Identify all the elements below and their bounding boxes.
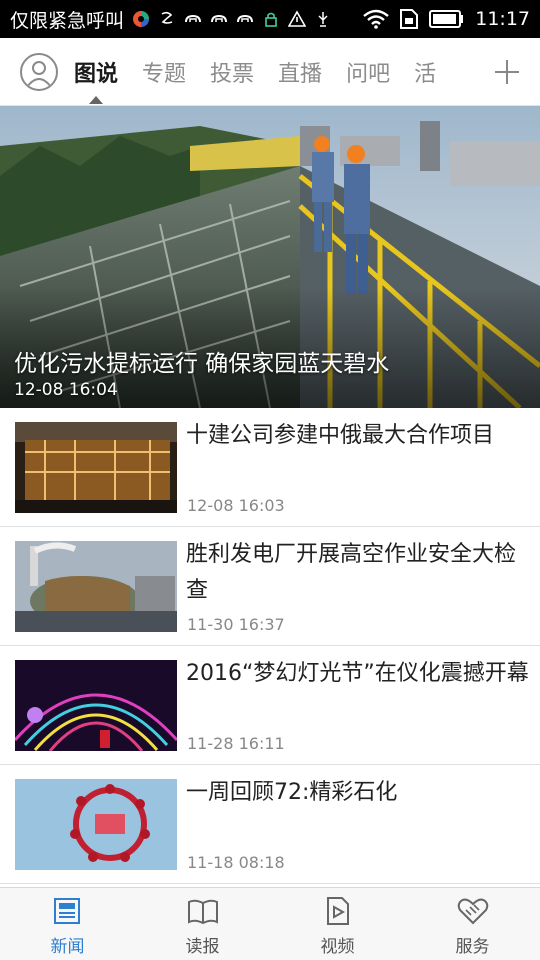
tab-zhuanti[interactable]: 专题 bbox=[142, 38, 186, 105]
nav-label: 视频 bbox=[320, 937, 355, 957]
news-title: 2016“梦幻灯光节”在仪化震撼开幕 bbox=[186, 661, 529, 686]
bottom-nav: 新闻 读报 视频 服务 bbox=[0, 887, 540, 960]
cloud-icon bbox=[185, 14, 202, 23]
news-time: 12-08 16:03 bbox=[187, 496, 285, 515]
tab-zhibo[interactable]: 直播 bbox=[278, 38, 322, 105]
news-time: 11-30 16:37 bbox=[187, 615, 285, 634]
news-thumbnail bbox=[15, 660, 177, 751]
tab-wenba[interactable]: 问吧 bbox=[346, 38, 390, 105]
news-time: 11-28 16:11 bbox=[187, 734, 285, 753]
book-icon bbox=[187, 899, 218, 925]
status-bar: 仅限紧急呼叫 11:17 bbox=[0, 0, 540, 38]
carrier-text: 仅限紧急呼叫 bbox=[10, 9, 125, 32]
nav-label: 新闻 bbox=[50, 937, 85, 957]
cloud-icon bbox=[237, 14, 254, 23]
hero-title: 优化污水提标运行 确保家园蓝天碧水 bbox=[14, 351, 390, 377]
news-title: 胜利发电厂开展高空作业安全大检查 bbox=[186, 542, 517, 603]
tab-toupiao[interactable]: 投票 bbox=[210, 38, 254, 105]
lock-icon bbox=[265, 12, 277, 27]
hero-banner[interactable]: 优化污水提标运行 确保家园蓝天碧水 12-08 16:04 bbox=[0, 106, 540, 408]
top-nav: 图说 专题 投票 直播 问吧 活 bbox=[0, 38, 540, 106]
news-list: 十建公司参建中俄最大合作项目 12-08 16:03 胜利发电厂开展高空作业安全… bbox=[0, 408, 540, 884]
news-thumbnail bbox=[15, 541, 177, 632]
news-time: 11-18 08:18 bbox=[187, 853, 285, 872]
nav-label: 读报 bbox=[185, 937, 220, 957]
wifi-icon bbox=[363, 9, 390, 29]
news-thumbnail bbox=[15, 422, 177, 513]
app-logo-icon bbox=[133, 11, 150, 27]
nav-video[interactable]: 视频 bbox=[270, 888, 405, 960]
news-title: 十建公司参建中俄最大合作项目 bbox=[186, 423, 495, 448]
cloud-icon bbox=[211, 14, 228, 23]
usb-icon bbox=[318, 12, 328, 27]
battery-icon bbox=[429, 10, 464, 28]
clock-text: 11:17 bbox=[475, 8, 530, 30]
hero-time: 12-08 16:04 bbox=[14, 380, 118, 400]
sim-icon bbox=[400, 9, 419, 29]
list-item[interactable]: 2016“梦幻灯光节”在仪化震撼开幕 11-28 16:11 bbox=[0, 646, 540, 765]
warning-icon bbox=[288, 10, 307, 27]
video-icon bbox=[326, 897, 349, 925]
news-thumbnail bbox=[15, 779, 177, 870]
nav-news[interactable]: 新闻 bbox=[0, 888, 135, 960]
tab-huo[interactable]: 活 bbox=[414, 38, 436, 105]
list-item[interactable]: 一周回顾72:精彩石化 11-18 08:18 bbox=[0, 765, 540, 884]
handshake-icon bbox=[457, 898, 488, 925]
add-channel-button[interactable] bbox=[484, 49, 530, 95]
tab-tushuo[interactable]: 图说 bbox=[74, 38, 118, 105]
notification-icon bbox=[161, 11, 173, 24]
user-avatar-icon[interactable] bbox=[20, 52, 58, 91]
list-item[interactable]: 胜利发电厂开展高空作业安全大检查 11-30 16:37 bbox=[0, 527, 540, 646]
list-item[interactable]: 十建公司参建中俄最大合作项目 12-08 16:03 bbox=[0, 408, 540, 527]
newspaper-icon bbox=[53, 898, 80, 924]
nav-label: 服务 bbox=[455, 937, 490, 957]
nav-read-paper[interactable]: 读报 bbox=[135, 888, 270, 960]
news-title: 一周回顾72:精彩石化 bbox=[186, 780, 398, 805]
nav-service[interactable]: 服务 bbox=[405, 888, 540, 960]
category-tabs: 图说 专题 投票 直播 问吧 活 bbox=[74, 38, 484, 105]
